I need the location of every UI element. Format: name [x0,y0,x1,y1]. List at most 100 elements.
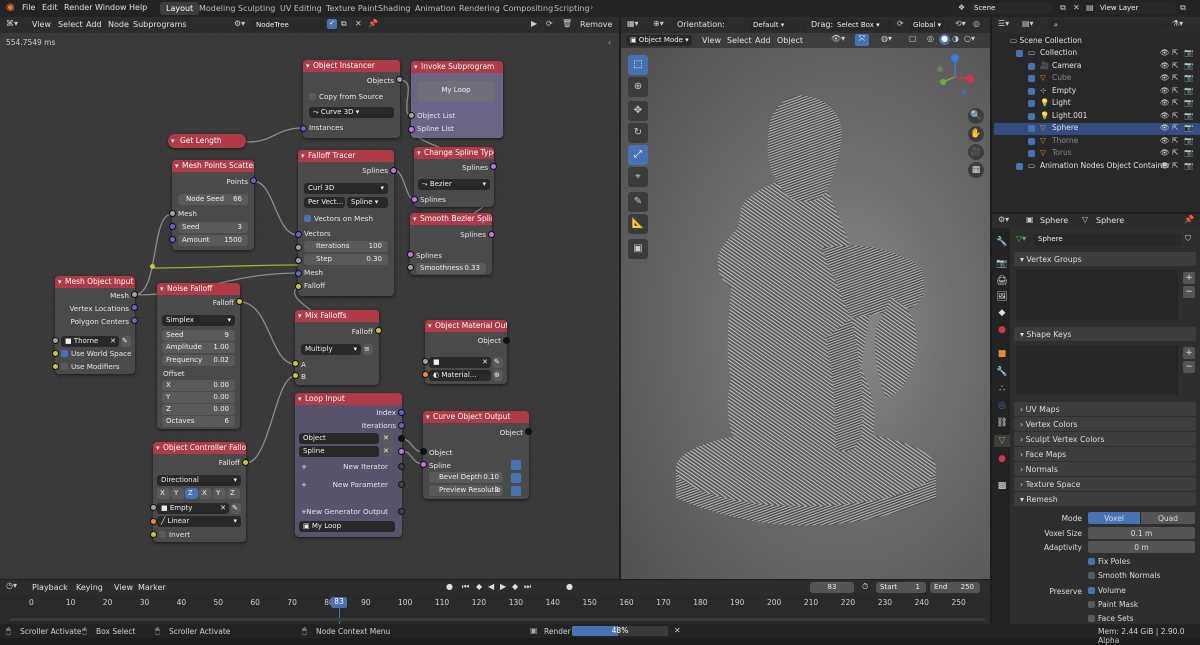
copy-icon[interactable]: ⧉ [341,19,347,29]
object-tab-icon[interactable]: ■ [996,348,1008,360]
auto-keying-icon[interactable]: ● [566,582,573,591]
breadcrumb-object[interactable]: Sphere [1040,216,1068,225]
menu-object[interactable]: Object [777,36,803,45]
menu-view[interactable]: View [114,583,133,592]
panel-vertex-colors[interactable]: › Vertex Colors [1014,417,1196,431]
seed-field[interactable]: Seed 3 [178,222,248,233]
offset-y-field[interactable]: Y 0.00 [162,392,235,403]
add-vertex-group-button[interactable]: + [1183,272,1195,284]
render-tab-icon[interactable]: 📷 [996,258,1008,270]
eyedropper-icon[interactable]: ✎ [121,336,131,347]
octaves-field[interactable]: Octaves 6 [162,416,235,427]
socket-object-out[interactable] [525,428,532,435]
subprogram-selector[interactable]: My Loop [417,81,495,101]
camera-render-icon[interactable]: 📷 [1184,136,1193,145]
socket-vertex-locations-out[interactable] [131,304,138,311]
socket-splines-in[interactable] [407,251,414,258]
outliner-scene-collection[interactable]: ▭ Scene Collection [994,36,1200,48]
move-tool-icon[interactable]: ✥ [628,101,648,121]
socket-splines-out[interactable] [390,167,397,174]
per-vector-dropdown[interactable]: Per Vect... [304,197,345,208]
node-header[interactable]: Mix Falloffs [295,310,379,322]
quad-mode-button[interactable]: Quad [1141,512,1195,524]
material-tab-icon[interactable]: ● [996,453,1008,465]
amplitude-field[interactable]: Amplitude 1.00 [162,342,235,353]
axis-gizmo[interactable] [930,52,980,102]
node-header[interactable]: Change Spline Type [414,147,494,159]
menu-node[interactable]: Node [108,20,129,29]
shield-icon[interactable]: ✓ [327,19,337,29]
play-reverse-icon[interactable]: ◀ [488,582,494,591]
interpolation-dropdown[interactable]: ╱ Linear ▾ [157,516,241,527]
timeline-scrollbar[interactable] [10,618,985,621]
object-field[interactable]: ■ ✕ [429,357,491,368]
socket-index-out[interactable] [398,409,405,416]
vectors-on-mesh-checkbox[interactable]: Vectors on Mesh [304,214,388,225]
include-checkbox[interactable] [1028,125,1035,132]
select-arrow-icon[interactable]: ⇱ [1172,111,1178,120]
outliner-type-icon[interactable]: ☰▾ [998,19,1009,28]
remove-button[interactable]: Remove [580,20,612,29]
socket-splines-out[interactable] [488,231,495,238]
material-shading-icon[interactable]: ◑ [952,34,959,43]
spline-type-dropdown[interactable]: ⤳ Bezier ▾ [418,179,490,190]
node-header[interactable]: Loop Input [295,393,402,405]
perspective-grid-icon[interactable]: ▦ [968,162,984,178]
spline-toggle[interactable] [511,460,521,470]
include-checkbox[interactable] [1028,75,1035,82]
solid-shading-icon[interactable]: ● [939,34,950,45]
socket-material-in[interactable] [422,371,429,378]
remove-param-icon[interactable]: ✕ [382,446,393,457]
panel-face-maps[interactable]: › Face Maps [1014,447,1196,461]
eye-icon[interactable]: 👁 [1160,148,1170,157]
node-invoke-subprogram[interactable]: Invoke Subprogram My Loop Object List Sp… [411,61,503,138]
socket-seed-in[interactable] [169,223,176,230]
annotate-tool-icon[interactable]: ✎ [628,192,648,212]
socket-splines-in[interactable] [411,196,418,203]
new-iterator-button[interactable]: + New Iterator [301,462,396,473]
menu-select[interactable]: Select [727,36,752,45]
panel-normals[interactable]: › Normals [1014,462,1196,476]
node-header[interactable]: Object Instancer [303,60,400,72]
eye-icon[interactable]: 👁 [1160,123,1170,132]
menu-add[interactable]: Add [86,20,102,29]
socket-object-in[interactable] [150,504,157,511]
view-layer-tab-icon[interactable]: 🖼 [996,291,1008,303]
eye-icon[interactable]: 👁 [1160,61,1170,70]
outliner-item[interactable]: 💡 Light 👁 ⇱ 📷 [994,98,1200,110]
filter-icon[interactable]: ⚗▾ [1172,19,1183,28]
texture-tab-icon[interactable]: ▩ [996,480,1008,492]
socket-falloff-out[interactable] [375,327,382,334]
clear-icon[interactable]: ✕ [110,337,116,345]
menu-keying[interactable]: Keying [76,583,103,592]
node-header[interactable]: Mesh Points Scatter [172,160,254,172]
sidebar-toggle-icon[interactable]: ‹ [608,38,611,47]
outliner-item[interactable]: ▭ Animation Nodes Object Container 👁 ⇱ 📷 [994,161,1200,173]
object-selector[interactable]: ■ Thorne ✕ [61,336,119,347]
xray-icon[interactable]: ▢ [909,34,917,43]
eye-icon[interactable]: 👁 [1160,136,1170,145]
camera-render-icon[interactable]: 📷 [1184,148,1193,157]
socket-step-in[interactable] [295,257,302,264]
node-object-controller-falloff[interactable]: Object Controller Falloff Falloff Direct… [153,442,246,542]
voxel-mode-button[interactable]: Voxel [1088,512,1140,524]
menu-window[interactable]: Window [95,3,127,12]
play-icon[interactable]: ▶ [531,19,537,28]
socket-splines-out[interactable] [490,163,497,170]
pan-hand-icon[interactable]: ✋ [968,126,984,142]
bevel-depth-field[interactable]: Bevel Depth 0.10 [429,472,503,483]
include-checkbox[interactable] [1016,162,1023,170]
scale-tool-icon[interactable]: ⤢ [628,145,648,165]
socket-falloff-out[interactable] [236,298,243,305]
socket-object-out[interactable] [503,337,510,344]
include-checkbox[interactable] [1028,112,1035,120]
eyedropper-icon[interactable]: ✎ [231,503,241,514]
node-change-spline-type[interactable]: Change Spline Type Splines ⤳ Bezier▾ Spl… [414,147,494,207]
select-arrow-icon[interactable]: ⇱ [1172,73,1178,82]
select-box-tool-icon[interactable]: ⬚ [628,55,648,75]
measure-tool-icon[interactable]: 📐 [628,214,648,234]
preview-toggle[interactable] [511,486,521,496]
preview-range-icon[interactable]: ⏱ [862,582,868,592]
node-seed-field[interactable]: Node Seed 66 [178,194,248,205]
include-checkbox[interactable] [1028,137,1035,145]
